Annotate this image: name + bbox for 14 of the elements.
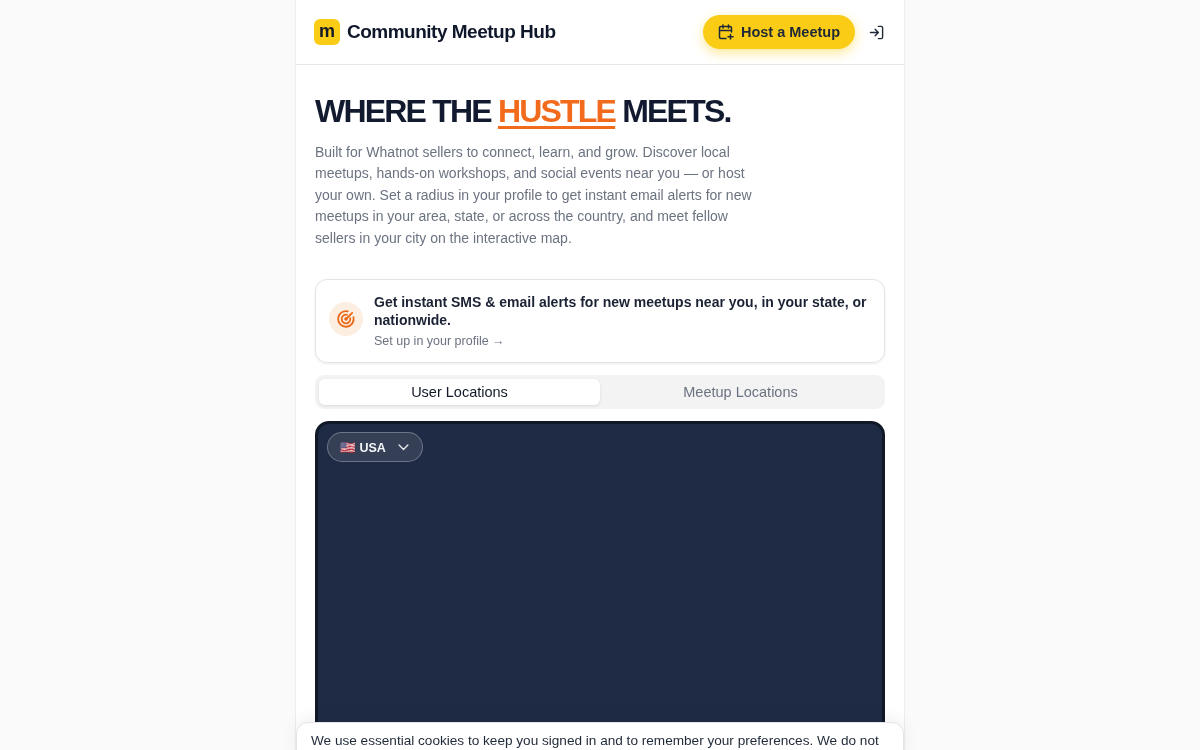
calendar-plus-icon [717, 24, 734, 40]
hero-heading: WHERE THE HUSTLE MEETS. [315, 92, 732, 130]
hero-description: Built for Whatnot sellers to connect, learn, and grow. Discover local meetups, hands-on workshops, and social events near you — or host your own. Set a radius in your profile to get instant email alerts for new meetups in your area, state, or across the country, and meet fellow sellers in your city on the interactive map. [315, 143, 753, 248]
chevron-down-icon [397, 443, 409, 451]
host-meetup-button[interactable]: Host a Meetup [702, 15, 855, 49]
alert-title: Get instant SMS & email alerts for new meetups near you, in your state, or nationwide. [374, 293, 868, 330]
site-title[interactable]: Community Meetup Hub [347, 21, 556, 43]
map-tab[interactable]: User Locations [319, 379, 600, 406]
region-dropdown[interactable]: 🇺🇸 USA [327, 432, 423, 463]
logo[interactable]: m [314, 19, 340, 45]
radar-icon [329, 301, 363, 336]
login-icon[interactable] [869, 24, 884, 40]
profile-link[interactable]: Set up in your profile → [374, 334, 505, 349]
map-tab[interactable]: Meetup Locations [600, 379, 881, 406]
